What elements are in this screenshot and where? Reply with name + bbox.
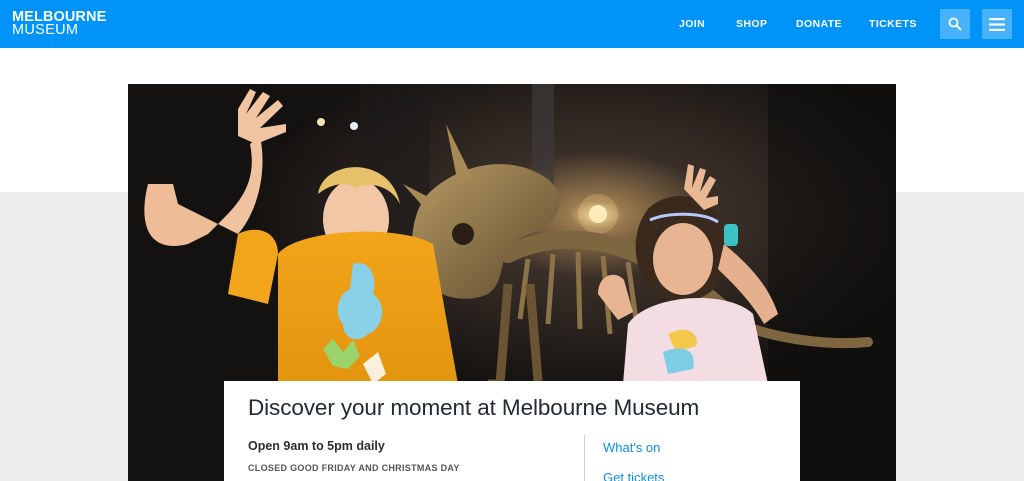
search-icon [948, 17, 962, 31]
welcome-card: Discover your moment at Melbourne Museum… [224, 381, 800, 481]
logo-line-2: MUSEUM [12, 22, 79, 38]
card-divider [584, 435, 585, 481]
whats-on-link[interactable]: What's on [603, 440, 660, 455]
opening-hours: Open 9am to 5pm daily [248, 439, 385, 453]
nav-join[interactable]: JOIN [679, 18, 705, 30]
closure-notice: CLOSED GOOD FRIDAY AND CHRISTMAS DAY [248, 463, 460, 473]
hamburger-menu-icon [989, 17, 1005, 31]
menu-button[interactable] [982, 9, 1012, 39]
site-header: MELBOURNE MUSEUM JOIN SHOP DONATE TICKET… [0, 0, 1024, 48]
search-button[interactable] [940, 9, 970, 39]
nav-donate[interactable]: DONATE [796, 18, 842, 30]
nav-shop[interactable]: SHOP [736, 18, 767, 30]
card-title: Discover your moment at Melbourne Museum [248, 395, 700, 420]
nav-tickets[interactable]: TICKETS [869, 18, 917, 30]
get-tickets-link[interactable]: Get tickets [603, 470, 664, 481]
melbourne-museum-logo[interactable]: MELBOURNE MUSEUM [12, 10, 106, 38]
